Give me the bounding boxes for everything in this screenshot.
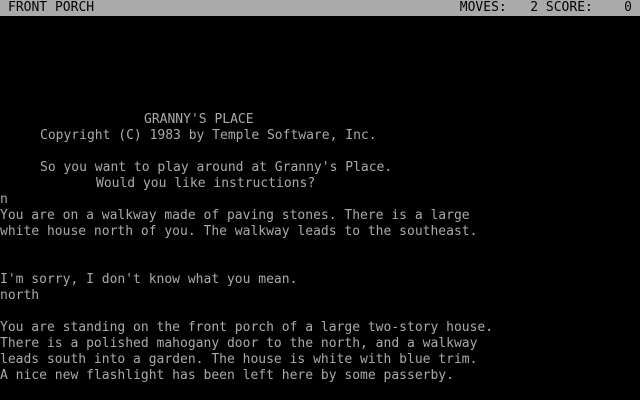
room-description-line: leads south into a garden. The house is … [0,352,478,367]
copyright-line: Copyright (C) 1983 by Temple Software, I… [40,128,377,143]
game-transcript: GRANNY'S PLACE Copyright (C) 1983 by Tem… [0,16,640,400]
room-description-line: A nice new flashlight has been left here… [0,368,454,383]
moves-value: 2 [530,0,539,15]
intro-question: So you want to play around at Granny's P… [40,160,393,175]
moves-label: MOVES: [459,0,507,15]
status-bar: FRONT PORCH MOVES: 2 SCORE: 0 [0,0,640,16]
player-input-line: north [0,288,40,303]
parser-error-message: I'm sorry, I don't know what you mean. [0,272,298,287]
room-description-line: You are standing on the front porch of a… [0,320,494,335]
room-description-line: There is a polished mahogany door to the… [0,336,478,351]
location-name: FRONT PORCH [8,0,95,15]
room-description-line: white house north of you. The walkway le… [0,224,478,239]
player-input-line: n [0,192,8,207]
room-description-line: You are on a walkway made of paving ston… [0,208,470,223]
game-title: GRANNY'S PLACE [144,112,254,127]
status-counters: MOVES: 2 SCORE: 0 [460,0,632,16]
instructions-question: Would you like instructions? [96,176,316,191]
score-label: SCORE: [545,0,593,15]
score-value: 0 [624,0,632,15]
